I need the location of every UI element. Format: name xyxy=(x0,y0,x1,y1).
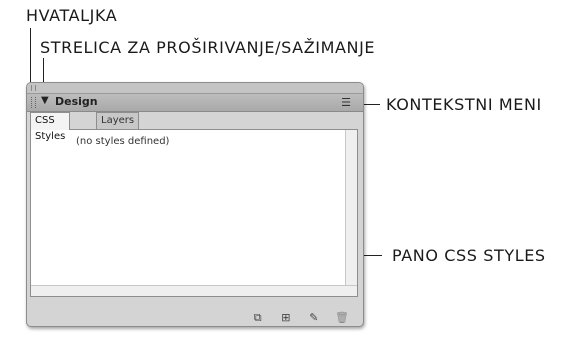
panel-top-strip xyxy=(27,83,363,94)
css-styles-content[interactable]: (no styles defined) xyxy=(30,129,358,297)
callout-expand-collapse: STRELICA ZA PROŠIRIVANJE/SAŽIMANJE xyxy=(40,38,376,57)
callout-context-menu: KONTEKSTNI MENI xyxy=(386,95,542,114)
top-grip-icon[interactable] xyxy=(31,85,36,91)
tab-layers[interactable]: Layers xyxy=(96,112,140,129)
edit-style-icon[interactable]: ✎ xyxy=(307,312,321,324)
triangle-down-icon[interactable]: ▼ xyxy=(41,95,49,106)
horizontal-scrollbar[interactable] xyxy=(31,285,357,296)
new-css-rule-icon[interactable]: ⊞ xyxy=(279,312,293,324)
gripper-icon[interactable] xyxy=(31,97,36,108)
design-panel: ▼ Design ☰ CSS Styles Layers (no styles … xyxy=(26,82,364,327)
attach-style-sheet-icon[interactable]: ⧉ xyxy=(251,312,265,324)
callout-gripper: HVATALJKA xyxy=(26,6,118,25)
panel-title: Design xyxy=(55,95,98,108)
tab-css-styles[interactable]: CSS Styles xyxy=(30,112,71,142)
vertical-scrollbar[interactable] xyxy=(345,130,357,296)
options-menu-icon[interactable]: ☰ xyxy=(341,96,351,109)
panel-bottom-toolbar: ⧉ ⊞ ✎ 🗑 xyxy=(242,306,349,324)
delete-icon[interactable]: 🗑 xyxy=(335,312,349,324)
empty-styles-message: (no styles defined) xyxy=(76,136,170,147)
callout-css-styles-panel: PANO CSS STYLES xyxy=(392,246,546,265)
panel-title-bar[interactable]: ▼ Design ☰ xyxy=(27,94,363,112)
